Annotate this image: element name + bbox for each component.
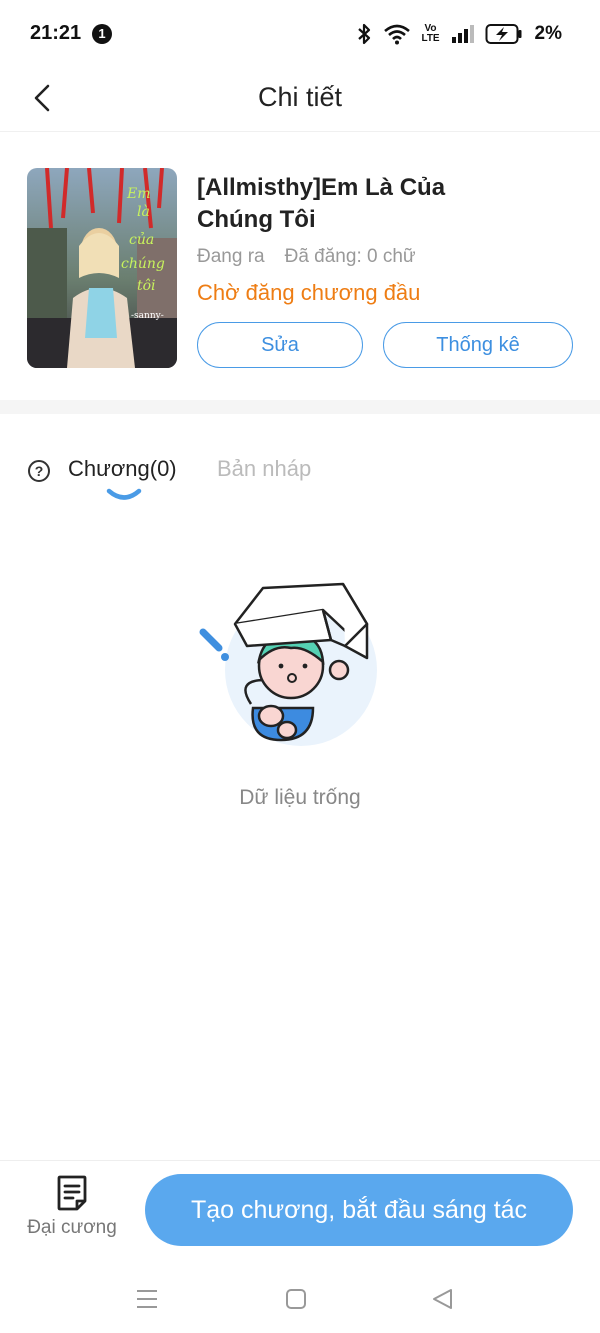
tab-bar: ? Chương(0) Bản nháp — [0, 440, 600, 510]
cover-text-5: tôi — [137, 278, 156, 294]
book-cover[interactable]: Em là của chúng tôi -sanny- — [27, 168, 177, 368]
create-chapter-button[interactable]: Tạo chương, bắt đầu sáng tác — [145, 1174, 573, 1246]
battery-percent: 2% — [534, 23, 562, 44]
book-title: [Allmisthy]Em Là Của Chúng Tôi — [197, 174, 446, 233]
nav-home-button[interactable] — [281, 1284, 311, 1314]
cover-image: Em là của chúng tôi -sanny- — [27, 168, 177, 368]
cover-text-2: là — [137, 204, 150, 220]
wifi-icon — [383, 24, 410, 45]
tab-drafts[interactable]: Bản nháp — [217, 456, 311, 482]
cover-text-3: của — [129, 231, 154, 248]
cover-text-1: Em — [126, 186, 151, 202]
empty-state-text: Dữ liệu trống — [239, 786, 361, 809]
bottom-action-bar: Đại cương Tạo chương, bắt đầu sáng tác — [0, 1160, 600, 1264]
triangle-back-icon — [433, 1289, 452, 1309]
section-divider — [0, 400, 600, 414]
question-icon[interactable]: ? — [28, 460, 50, 482]
volte-label: Vo LTE — [421, 23, 440, 44]
empty-box-illustration — [199, 582, 377, 746]
outline-label: Đại cương — [27, 1217, 117, 1238]
document-icon — [57, 1175, 87, 1211]
book-state: Đang ra — [197, 246, 265, 267]
tab-indicator — [106, 488, 142, 500]
book-meta: Đang ra Đã đăng: 0 chữ — [197, 246, 416, 268]
notification-badge: 1 — [92, 24, 112, 44]
word-count: Đã đăng: 0 chữ — [284, 246, 416, 267]
status-icons: Vo LTE 2% — [355, 20, 562, 48]
cover-credit: -sanny- — [131, 311, 164, 321]
menu-icon — [137, 1290, 157, 1308]
bluetooth-icon — [357, 23, 370, 45]
nav-menu-button[interactable] — [132, 1284, 162, 1314]
signal-icon — [451, 25, 474, 43]
stats-button[interactable]: Thống kê — [383, 322, 573, 368]
outline-button[interactable]: Đại cương — [20, 1175, 124, 1255]
edit-button[interactable]: Sửa — [197, 322, 363, 368]
home-square-icon — [286, 1289, 306, 1309]
nav-back-button[interactable] — [428, 1284, 458, 1314]
system-nav-bar — [0, 1264, 600, 1333]
tab-chapters[interactable]: Chương(0) — [68, 456, 177, 482]
publish-status: Chờ đăng chương đầu — [197, 280, 421, 305]
status-time: 21:21 — [30, 22, 82, 44]
header: Chi tiết — [0, 68, 600, 132]
book-card: Em là của chúng tôi -sanny- [Allmisthy]E… — [0, 132, 600, 400]
page-title: Chi tiết — [257, 82, 343, 112]
battery-icon — [485, 24, 522, 44]
cover-text-4: chúng — [121, 256, 165, 272]
status-bar: 21:21 1 Vo LTE 2% — [0, 0, 600, 68]
